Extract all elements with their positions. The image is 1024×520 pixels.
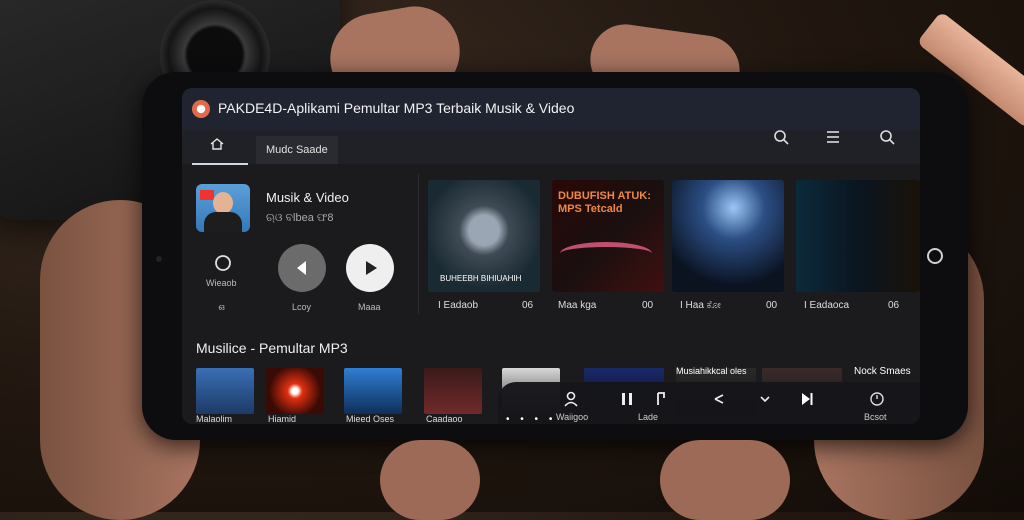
queue-list-icon[interactable] [824, 128, 842, 146]
thumbnail-2-caption: Hiamid [268, 414, 297, 424]
search-icon-secondary[interactable] [878, 128, 896, 146]
search-icon[interactable] [772, 128, 790, 146]
thumbnail-3-caption: Mieed Oses [346, 414, 395, 424]
shuffle-icon[interactable] [712, 390, 730, 408]
now-playing-artwork[interactable] [196, 184, 250, 232]
now-playing-subtitle: ଋଓ ବlbea ଫ8 [266, 212, 334, 224]
front-camera [156, 256, 162, 262]
thumbnail-3[interactable] [344, 368, 402, 414]
chevron-down-icon[interactable] [756, 390, 774, 408]
featured-card-2-label: Maa kga [558, 300, 597, 311]
thumbnail-2[interactable] [266, 368, 324, 414]
featured-card-3[interactable] [672, 180, 784, 292]
thumbnail-1[interactable] [196, 368, 254, 414]
thumbnail-7-caption: Musiahikkcal oles [676, 366, 747, 376]
featured-card-3-duration: 00 [766, 300, 778, 311]
user-label: Waiigoo [556, 412, 589, 422]
thumbnail-8-caption: Nock Smaes [854, 366, 911, 377]
featured-card-4-duration: 06 [888, 300, 900, 311]
side-label-2: ഒ [218, 302, 225, 312]
finger-bottom-left [380, 440, 480, 520]
play-label: Maaa [358, 302, 381, 312]
featured-card-1-duration: 06 [522, 300, 534, 311]
record-label: Wieaob [206, 278, 237, 288]
wave-graphic [560, 242, 652, 265]
app-logo [192, 100, 210, 118]
featured-card-1[interactable]: BUHEEBH BIHIUAHIH [428, 180, 540, 292]
featured-card-1-label: I Eadaob [438, 300, 479, 311]
title-bar: PAKDE4D-Aplikami Pemultar MP3 Terbaik Mu… [182, 88, 920, 130]
record-icon[interactable] [212, 252, 234, 274]
home-icon [210, 138, 224, 150]
settings-label: Bcsot [864, 412, 887, 422]
featured-card-3-label: I Haa ಕೋ [680, 300, 721, 311]
thumbnail-4-caption: Caadaoo [426, 414, 463, 424]
user-icon[interactable] [562, 390, 580, 408]
panel-divider [418, 174, 419, 314]
featured-card-1-caption: BUHEEBH BIHIUAHIH [440, 274, 522, 283]
featured-card-2-headline: DUBUFISH ATUK: MPS Tetcald [558, 190, 651, 215]
thumbnail-4[interactable] [424, 368, 482, 414]
audio-icon[interactable] [652, 390, 670, 408]
pause-icon[interactable] [618, 390, 636, 408]
home-button[interactable] [927, 248, 943, 264]
app-screen: PAKDE4D-Aplikami Pemultar MP3 Terbaik Mu… [182, 88, 920, 424]
now-playing-title: Musik & Video [266, 190, 349, 205]
featured-card-4[interactable] [796, 180, 920, 292]
play-icon [366, 261, 377, 275]
finger-bottom-right [660, 440, 790, 520]
pause-label: Lade [638, 412, 659, 422]
settings-icon[interactable] [868, 390, 886, 408]
pager-dots: • • • • [506, 414, 557, 424]
app-title: PAKDE4D-Aplikami Pemultar MP3 Terbaik Mu… [218, 100, 575, 116]
tab-music[interactable]: Mudc Saade [256, 136, 338, 164]
thumbnail-1-caption: Malaolim [196, 414, 233, 424]
section-title: Musilice - Pemultar MP3 [196, 340, 348, 356]
previous-label: Lcoy [292, 302, 312, 312]
next-icon[interactable] [798, 390, 816, 408]
previous-button[interactable] [278, 244, 326, 292]
prev-icon [297, 261, 306, 275]
play-button[interactable] [346, 244, 394, 292]
featured-card-4-label: I Eadaoca [804, 300, 850, 311]
featured-card-2[interactable]: DUBUFISH ATUK: MPS Tetcald [552, 180, 664, 292]
featured-card-2-duration: 00 [642, 300, 654, 311]
